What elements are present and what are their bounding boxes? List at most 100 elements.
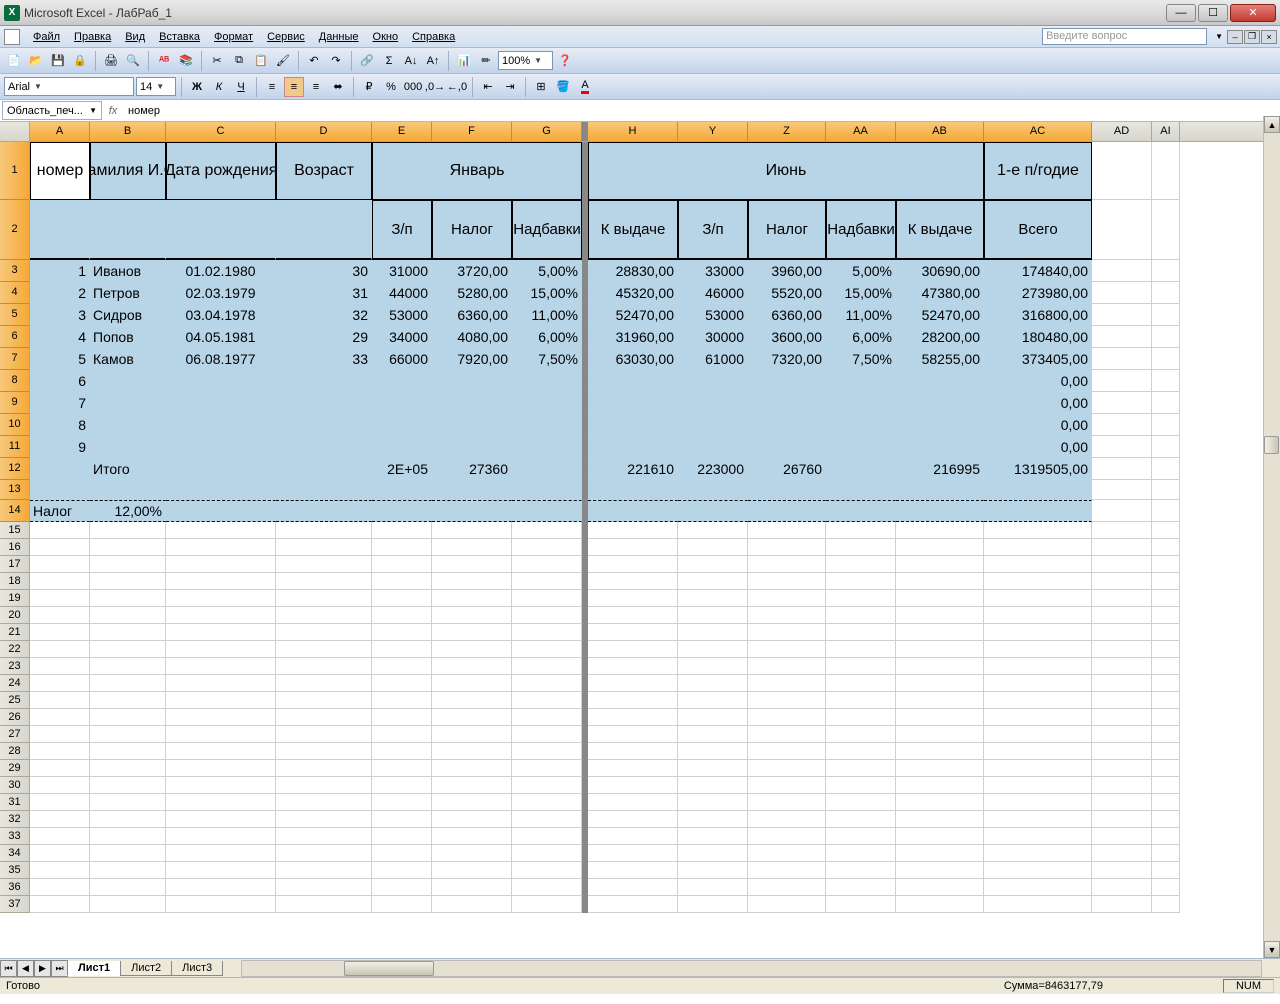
cell[interactable] (1152, 607, 1180, 624)
cell[interactable]: 3720,00 (432, 260, 512, 282)
cell[interactable] (1092, 304, 1152, 326)
cell[interactable] (276, 760, 372, 777)
cell[interactable] (1152, 539, 1180, 556)
cell[interactable] (588, 436, 678, 458)
autosum-button[interactable]: Σ (379, 51, 399, 71)
cell[interactable]: 0,00 (984, 392, 1092, 414)
cell[interactable]: 30000 (678, 326, 748, 348)
cell[interactable] (1152, 658, 1180, 675)
cell[interactable]: 6360,00 (748, 304, 826, 326)
cell[interactable] (90, 607, 166, 624)
cell[interactable] (432, 828, 512, 845)
cell[interactable] (432, 692, 512, 709)
select-all-corner[interactable] (0, 122, 30, 141)
cell[interactable] (1092, 641, 1152, 658)
cell[interactable] (372, 370, 432, 392)
cell[interactable]: 1-е п/годие (984, 142, 1092, 200)
row-header[interactable]: 25 (0, 692, 30, 709)
row-header[interactable]: 31 (0, 794, 30, 811)
cell[interactable]: 27360 (432, 458, 512, 480)
cell[interactable] (30, 675, 90, 692)
cell[interactable] (30, 692, 90, 709)
cell[interactable] (166, 658, 276, 675)
cell[interactable] (1152, 828, 1180, 845)
cell[interactable] (748, 777, 826, 794)
cell[interactable]: 11,00% (826, 304, 896, 326)
cell[interactable] (748, 624, 826, 641)
cell[interactable] (512, 590, 582, 607)
cell[interactable]: 31960,00 (588, 326, 678, 348)
cell[interactable] (90, 641, 166, 658)
cell[interactable] (678, 641, 748, 658)
row-header[interactable]: 20 (0, 607, 30, 624)
cell[interactable]: 1 (30, 260, 90, 282)
cell[interactable] (166, 862, 276, 879)
cell[interactable]: 7,50% (512, 348, 582, 370)
cell[interactable] (1152, 641, 1180, 658)
cell[interactable]: 46000 (678, 282, 748, 304)
cell[interactable] (90, 777, 166, 794)
sheet-tab[interactable]: Лист2 (120, 961, 172, 976)
cell[interactable] (166, 436, 276, 458)
cell[interactable] (512, 828, 582, 845)
cell[interactable] (1152, 458, 1180, 480)
cell[interactable] (1152, 500, 1180, 522)
cell[interactable] (166, 370, 276, 392)
cell[interactable]: 0,00 (984, 370, 1092, 392)
cell[interactable] (372, 726, 432, 743)
cell[interactable] (896, 862, 984, 879)
cell[interactable] (588, 828, 678, 845)
cell[interactable] (372, 556, 432, 573)
cell[interactable] (166, 392, 276, 414)
row-header[interactable]: 26 (0, 709, 30, 726)
cell[interactable] (30, 777, 90, 794)
row-header[interactable]: 21 (0, 624, 30, 641)
cell[interactable] (1152, 260, 1180, 282)
cell[interactable]: 02.03.1979 (166, 282, 276, 304)
cell[interactable]: 7 (30, 392, 90, 414)
cell[interactable] (1092, 675, 1152, 692)
cell[interactable] (276, 658, 372, 675)
cell[interactable]: 34000 (372, 326, 432, 348)
cell[interactable]: 53000 (678, 304, 748, 326)
cell[interactable] (372, 845, 432, 862)
cell[interactable] (826, 760, 896, 777)
cell[interactable] (1152, 414, 1180, 436)
cell[interactable] (372, 573, 432, 590)
cell[interactable] (512, 726, 582, 743)
cell[interactable] (90, 794, 166, 811)
cell[interactable] (512, 370, 582, 392)
print-preview-button[interactable]: 🔍 (123, 51, 143, 71)
cell[interactable] (432, 726, 512, 743)
cell[interactable]: 373405,00 (984, 348, 1092, 370)
cell[interactable] (432, 500, 512, 522)
cell[interactable] (432, 480, 512, 500)
cell[interactable] (1152, 726, 1180, 743)
scroll-down-icon[interactable]: ▼ (1264, 941, 1280, 958)
row-header[interactable]: 4 (0, 282, 30, 304)
row-header[interactable]: 37 (0, 896, 30, 913)
cell[interactable] (432, 370, 512, 392)
cell[interactable] (512, 777, 582, 794)
cell[interactable] (678, 607, 748, 624)
cell[interactable] (166, 539, 276, 556)
cell[interactable] (166, 500, 276, 522)
cell[interactable] (588, 607, 678, 624)
cell[interactable] (30, 458, 90, 480)
cell[interactable]: Налог (748, 200, 826, 260)
redo-button[interactable]: ↷ (326, 51, 346, 71)
cell[interactable]: 5 (30, 348, 90, 370)
cell[interactable] (432, 590, 512, 607)
cell[interactable] (90, 392, 166, 414)
wb-restore-button[interactable]: ❐ (1244, 30, 1260, 44)
cell[interactable] (1092, 370, 1152, 392)
cell[interactable] (678, 879, 748, 896)
cell[interactable] (678, 896, 748, 913)
cell[interactable] (276, 436, 372, 458)
cell[interactable] (512, 624, 582, 641)
cell[interactable] (166, 607, 276, 624)
cell[interactable] (896, 624, 984, 641)
row-header[interactable]: 8 (0, 370, 30, 392)
cell[interactable] (166, 458, 276, 480)
cell[interactable] (276, 590, 372, 607)
